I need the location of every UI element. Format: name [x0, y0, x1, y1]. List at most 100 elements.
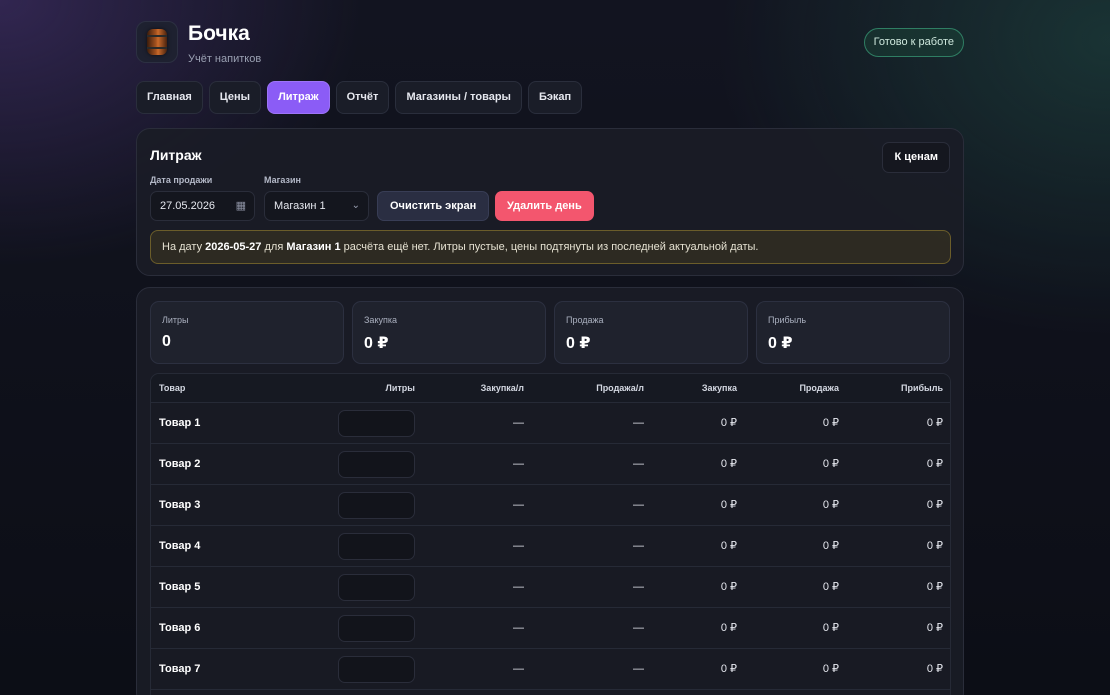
tab-shops-products[interactable]: Магазины / товары: [395, 81, 522, 114]
buy-per-liter: —: [513, 663, 524, 675]
table-row: Товар 7 — — 0 ₽ 0 ₽ 0 ₽: [151, 649, 950, 690]
date-label: Дата продажи: [150, 175, 213, 185]
stat-value: 0 ₽: [768, 335, 793, 352]
product-name: Товар 3: [159, 499, 201, 511]
stat-value: 0: [162, 333, 171, 350]
app-header: Бочка Учёт напитков Готово к работе: [136, 0, 964, 80]
stat-card-purchase: Закупка 0 ₽: [352, 301, 546, 364]
liters-input[interactable]: [338, 615, 415, 642]
product-name: Товар 6: [159, 622, 201, 634]
table-row: Товар 2 — — 0 ₽ 0 ₽ 0 ₽: [151, 444, 950, 485]
sell-per-liter: —: [633, 540, 644, 552]
liters-input[interactable]: [338, 533, 415, 560]
notice-mid: для: [261, 241, 287, 253]
shop-select-value: Магазин 1: [274, 200, 326, 212]
app-title: Бочка: [188, 22, 250, 45]
sell-per-liter: —: [633, 499, 644, 511]
stat-value: 0 ₽: [566, 335, 591, 352]
col-profit: Прибыль: [901, 383, 943, 393]
tab-backup[interactable]: Бэкап: [527, 81, 583, 114]
product-name: Товар 4: [159, 540, 201, 552]
shop-label: Магазин: [264, 175, 301, 185]
product-name: Товар 7: [159, 663, 201, 675]
chevron-down-icon: ⌄: [351, 200, 360, 211]
liters-controls-panel: Литраж К ценам Дата продажи Магазин 27.0…: [136, 128, 964, 276]
calendar-icon[interactable]: ▦: [236, 192, 246, 220]
sales-total: 0 ₽: [822, 458, 839, 470]
sales-total: 0 ₽: [822, 417, 839, 429]
liters-input[interactable]: [338, 492, 415, 519]
stat-card-profit: Прибыль 0 ₽: [756, 301, 950, 364]
buy-per-liter: —: [513, 622, 524, 634]
sell-per-liter: —: [633, 622, 644, 634]
main-nav: Главная Цены Литраж Отчёт Магазины / тов…: [136, 81, 583, 114]
col-sell-per-liter: Продажа/л: [596, 383, 644, 393]
purchase-total: 0 ₽: [720, 663, 737, 675]
sales-total: 0 ₽: [822, 540, 839, 552]
sales-total: 0 ₽: [822, 499, 839, 511]
shop-select[interactable]: Магазин 1 ⌄: [264, 191, 369, 221]
col-purchase: Закупка: [701, 383, 737, 393]
profit-total: 0 ₽: [926, 663, 943, 675]
to-prices-button[interactable]: К ценам: [882, 142, 950, 173]
purchase-total: 0 ₽: [720, 417, 737, 429]
buy-per-liter: —: [513, 499, 524, 511]
tab-report[interactable]: Отчёт: [335, 81, 390, 114]
profit-total: 0 ₽: [926, 417, 943, 429]
stat-card-liters: Литры 0: [150, 301, 344, 364]
sales-total: 0 ₽: [822, 622, 839, 634]
notice-date: 2026-05-27: [205, 241, 262, 253]
liters-input[interactable]: [338, 574, 415, 601]
table-row: Товар 1 — — 0 ₽ 0 ₽ 0 ₽: [151, 403, 950, 444]
table-row: Товар 3 — — 0 ₽ 0 ₽ 0 ₽: [151, 485, 950, 526]
product-name: Товар 2: [159, 458, 201, 470]
barrel-icon: [136, 21, 178, 63]
table-row: Товар 5 — — 0 ₽ 0 ₽ 0 ₽: [151, 567, 950, 608]
notice-shop: Магазин 1: [286, 241, 341, 253]
buy-per-liter: —: [513, 581, 524, 593]
stat-label: Литры: [162, 315, 189, 325]
profit-total: 0 ₽: [926, 499, 943, 511]
info-notice: На дату 2026-05-27 для Магазин 1 расчёта…: [150, 230, 951, 264]
buy-per-liter: —: [513, 458, 524, 470]
col-liters: Литры: [385, 383, 415, 393]
liters-input[interactable]: [338, 410, 415, 437]
stat-label: Прибыль: [768, 315, 807, 325]
tab-liters[interactable]: Литраж: [267, 81, 330, 114]
purchase-total: 0 ₽: [720, 458, 737, 470]
col-sales: Продажа: [799, 383, 839, 393]
profit-total: 0 ₽: [926, 540, 943, 552]
app-subtitle: Учёт напитков: [188, 53, 262, 65]
liters-input[interactable]: [338, 656, 415, 683]
liters-input[interactable]: [338, 451, 415, 478]
sales-total: 0 ₽: [822, 663, 839, 675]
table-header: Товар Литры Закупка/л Продажа/л Закупка …: [151, 374, 950, 403]
tab-home[interactable]: Главная: [136, 81, 203, 114]
sale-date-value: 27.05.2026: [160, 200, 216, 212]
sales-total: 0 ₽: [822, 581, 839, 593]
liters-table: Товар Литры Закупка/л Продажа/л Закупка …: [150, 373, 951, 695]
buy-per-liter: —: [513, 417, 524, 429]
purchase-total: 0 ₽: [720, 622, 737, 634]
stat-value: 0 ₽: [364, 335, 389, 352]
clear-screen-button[interactable]: Очистить экран: [377, 191, 490, 221]
product-name: Товар 5: [159, 581, 201, 593]
sell-per-liter: —: [633, 417, 644, 429]
purchase-total: 0 ₽: [720, 499, 737, 511]
table-row: Товар 6 — — 0 ₽ 0 ₽ 0 ₽: [151, 608, 950, 649]
sale-date-input[interactable]: 27.05.2026 ▦: [150, 191, 255, 221]
liters-table-panel: Литры 0 Закупка 0 ₽ Продажа 0 ₽ Прибыль …: [136, 287, 964, 695]
tab-prices[interactable]: Цены: [208, 81, 262, 114]
section-title: Литраж: [150, 147, 202, 163]
profit-total: 0 ₽: [926, 458, 943, 470]
delete-day-button[interactable]: Удалить день: [495, 191, 594, 221]
profit-total: 0 ₽: [926, 622, 943, 634]
sell-per-liter: —: [633, 663, 644, 675]
notice-prefix: На дату: [162, 241, 206, 253]
table-row: Товар 4 — — 0 ₽ 0 ₽ 0 ₽: [151, 526, 950, 567]
col-product: Товар: [159, 383, 186, 393]
status-badge: Готово к работе: [863, 28, 964, 57]
purchase-total: 0 ₽: [720, 540, 737, 552]
stat-label: Закупка: [364, 315, 397, 325]
notice-suffix: расчёта ещё нет. Литры пустые, цены подт…: [340, 241, 759, 253]
